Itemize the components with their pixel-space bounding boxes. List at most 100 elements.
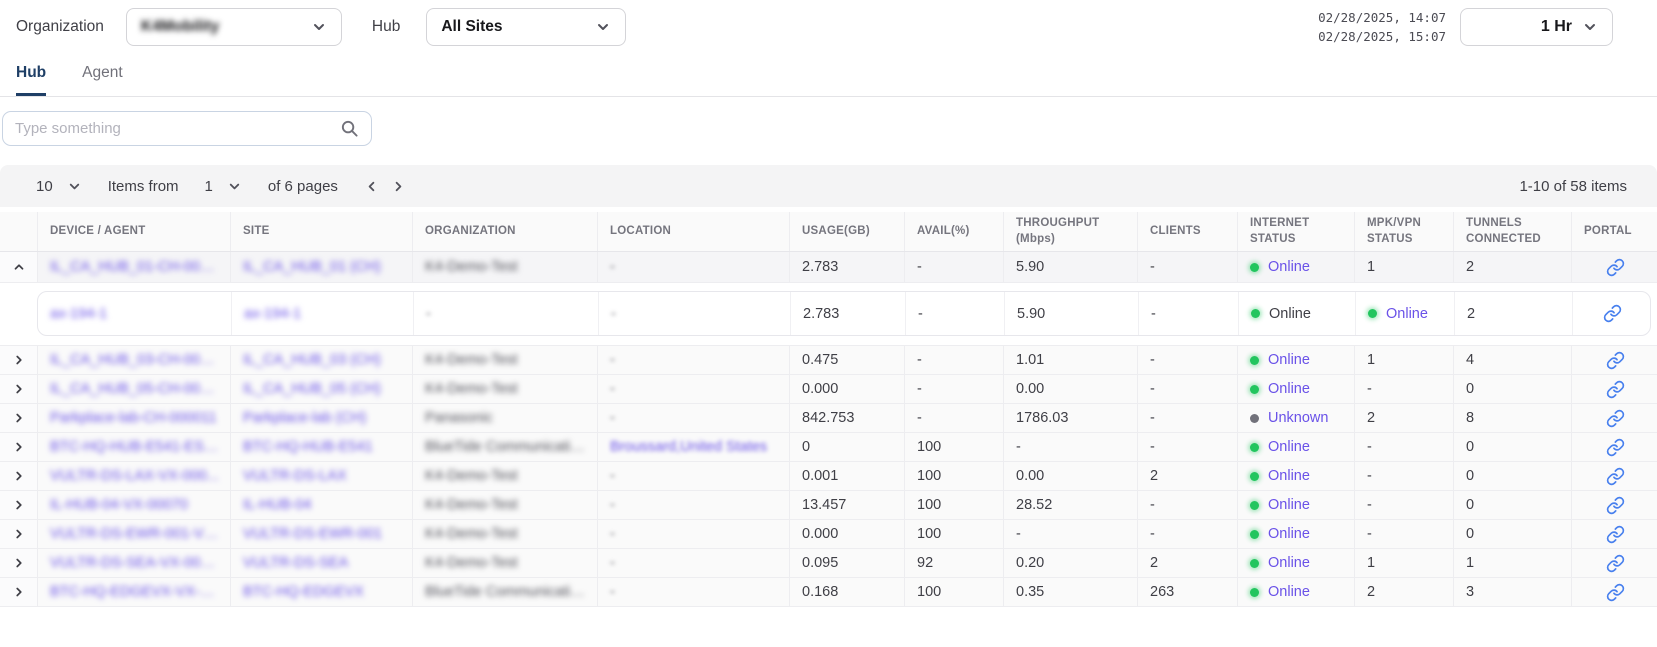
site-link[interactable]: Parkplace-lab (CH): [243, 410, 366, 426]
link-icon: [1606, 554, 1625, 573]
device-link[interactable]: Parkplace-lab-CH-000011: [50, 410, 217, 426]
site-link[interactable]: IL_CA_HUB_03 (CH): [243, 352, 381, 368]
internet-status[interactable]: Online: [1268, 584, 1310, 600]
clients-value: -: [1151, 306, 1156, 322]
site-link[interactable]: ax-194-1: [244, 306, 301, 322]
site-link[interactable]: BTC-HQ-EDGEVX: [243, 584, 364, 600]
portal-link[interactable]: [1572, 292, 1650, 335]
location-cell: Broussard,United States: [597, 433, 789, 461]
avail-cell: 100: [904, 578, 1003, 606]
avail-value: -: [917, 410, 922, 426]
expand-toggle[interactable]: [0, 404, 37, 432]
mpk-vpn-status-cell: -: [1354, 433, 1453, 461]
portal-link[interactable]: [1571, 252, 1657, 282]
mpk-vpn-value: 2: [1367, 584, 1375, 600]
expand-toggle[interactable]: [0, 462, 37, 490]
expand-toggle[interactable]: [0, 375, 37, 403]
internet-status[interactable]: Online: [1268, 497, 1310, 513]
site-link[interactable]: BTC-HQ-HUB-E541: [243, 439, 373, 455]
portal-link[interactable]: [1571, 433, 1657, 461]
clients-value: -: [1150, 259, 1155, 275]
usage-value: 0.475: [802, 352, 838, 368]
status-dot: [1250, 588, 1259, 597]
portal-link[interactable]: [1571, 346, 1657, 374]
site-link[interactable]: VULTR-DS-EWR-001: [243, 526, 382, 542]
location-text: -: [610, 352, 615, 368]
page-select[interactable]: 1: [205, 178, 242, 195]
organization-select[interactable]: K4Mobility: [126, 8, 342, 46]
avail-value: 100: [917, 468, 941, 484]
site-link[interactable]: VULTR-DS-LAX: [243, 468, 347, 484]
portal-link[interactable]: [1571, 375, 1657, 403]
portal-link[interactable]: [1571, 520, 1657, 548]
device-link[interactable]: IL_CA_HUB_03-CH-000...: [50, 352, 220, 368]
internet-status[interactable]: Online: [1268, 439, 1310, 455]
device-link[interactable]: IL-HUB-04-VX-00070: [50, 497, 188, 513]
device-link[interactable]: VULTR-DS-EWR-001-VX..: [50, 526, 220, 542]
internet-status[interactable]: Online: [1268, 259, 1310, 275]
internet-status-cell: Online: [1237, 491, 1354, 519]
device-link[interactable]: BTC-HQ-EDGEVX-VX-00..: [50, 584, 220, 600]
col-header-throughput: THROUGHPUT (Mbps): [1003, 212, 1137, 251]
time-range-select[interactable]: 1 Hr: [1460, 8, 1613, 46]
search-input[interactable]: [15, 120, 340, 137]
site-link[interactable]: IL_CA_HUB_05 (CH): [243, 381, 381, 397]
site-link[interactable]: IL_CA_HUB_01 (CH): [243, 259, 381, 275]
avail-value: 92: [917, 555, 933, 571]
throughput-cell: 0.00: [1003, 375, 1137, 403]
tab-hub[interactable]: Hub: [16, 64, 46, 96]
expand-toggle[interactable]: [0, 549, 37, 577]
internet-status[interactable]: Online: [1268, 381, 1310, 397]
tunnels-value: 4: [1466, 352, 1474, 368]
tunnels-value: 0: [1466, 497, 1474, 513]
page-prev-button[interactable]: [364, 179, 379, 194]
page-size-select[interactable]: 10: [36, 178, 82, 195]
time-window-end: 02/28/2025, 15:07: [1318, 27, 1446, 46]
usage-value: 842.753: [802, 410, 854, 426]
internet-status[interactable]: Online: [1268, 555, 1310, 571]
avail-cell: -: [904, 346, 1003, 374]
expand-toggle[interactable]: [0, 433, 37, 461]
search-icon[interactable]: [340, 119, 359, 138]
expand-toggle[interactable]: [0, 520, 37, 548]
device-link[interactable]: ax-194-1: [50, 306, 107, 322]
expand-toggle[interactable]: [0, 491, 37, 519]
site-link[interactable]: IL-HUB-04: [243, 497, 312, 513]
device-link[interactable]: IL_CA_HUB_01-CH-0000...: [50, 259, 220, 275]
device-link[interactable]: BTC-HQ-HUB-E541-ES-...: [50, 439, 220, 455]
hub-sites-select[interactable]: All Sites: [426, 8, 626, 46]
hub-label: Hub: [372, 18, 400, 36]
portal-link[interactable]: [1571, 462, 1657, 490]
view-tabs: Hub Agent: [0, 50, 1657, 97]
page-next-button[interactable]: [391, 179, 406, 194]
col-header-internet: INTERNET STATUS: [1237, 212, 1354, 251]
internet-status[interactable]: Unknown: [1268, 410, 1328, 426]
organization-cell: K4-Demo-Test: [412, 252, 597, 282]
mpk-vpn-value: -: [1367, 497, 1372, 513]
portal-link[interactable]: [1571, 549, 1657, 577]
device-link[interactable]: VULTR-DS-SEA-VX-000...: [50, 555, 220, 571]
avail-value: -: [918, 306, 923, 322]
tab-agent[interactable]: Agent: [82, 64, 123, 96]
throughput-cell: 1.01: [1003, 346, 1137, 374]
avail-value: -: [917, 381, 922, 397]
internet-status[interactable]: Online: [1268, 352, 1310, 368]
internet-status[interactable]: Online: [1268, 468, 1310, 484]
table-row: BTC-HQ-EDGEVX-VX-00..BTC-HQ-EDGEVXBlueTi…: [0, 578, 1657, 607]
device-link[interactable]: IL_CA_HUB_05-CH-0000...: [50, 381, 220, 397]
portal-link[interactable]: [1571, 491, 1657, 519]
hub-selected-value: All Sites: [441, 18, 502, 36]
mpk-vpn-status[interactable]: Online: [1386, 306, 1428, 322]
portal-link[interactable]: [1571, 404, 1657, 432]
status-dot: [1250, 263, 1259, 272]
internet-status[interactable]: Online: [1268, 526, 1310, 542]
device-link[interactable]: VULTR-DS-LAX-VX-000...: [50, 468, 219, 484]
expand-toggle[interactable]: [0, 578, 37, 606]
site-link[interactable]: VULTR-DS-SEA: [243, 555, 348, 571]
location-link[interactable]: Broussard,United States: [610, 439, 767, 455]
expand-toggle[interactable]: [0, 252, 37, 282]
portal-link[interactable]: [1571, 578, 1657, 606]
link-icon: [1603, 304, 1622, 323]
expand-toggle[interactable]: [0, 346, 37, 374]
organization-text: K4-Demo-Test: [425, 555, 518, 571]
